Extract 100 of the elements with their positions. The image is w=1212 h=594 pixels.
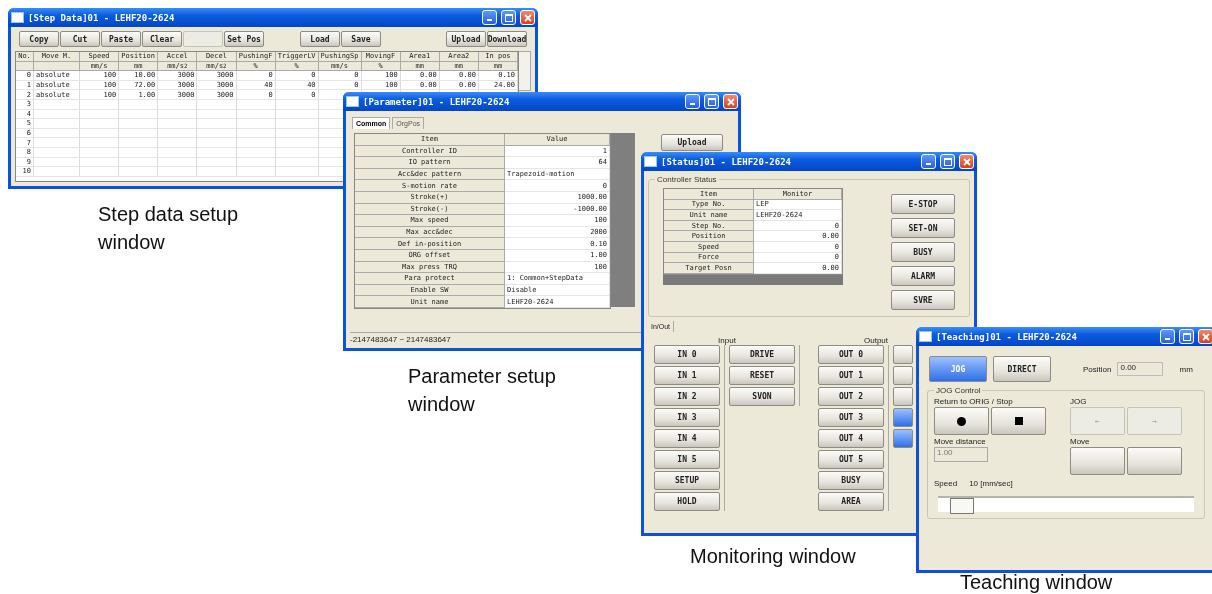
empty-cell <box>80 99 120 110</box>
scrollbar[interactable] <box>519 51 531 91</box>
close-icon <box>1201 332 1210 341</box>
toolbar-button[interactable]: Save <box>341 31 381 47</box>
toolbar-button[interactable]: Load <box>300 31 340 47</box>
move-button[interactable] <box>1127 447 1182 475</box>
maximize-button[interactable] <box>940 154 955 169</box>
empty-cell <box>158 99 198 110</box>
output-button[interactable]: AREA <box>818 492 884 511</box>
toolbar-button[interactable]: Paste <box>101 31 141 47</box>
output-button[interactable] <box>893 387 913 406</box>
group-label: JOG Control <box>935 386 982 395</box>
toolbar-button[interactable]: Upload <box>446 31 486 47</box>
input-button[interactable]: IN 5 <box>654 450 720 469</box>
minimize-button[interactable] <box>1160 329 1175 344</box>
mode-button[interactable]: DIRECT <box>993 356 1051 382</box>
input-button[interactable]: RESET <box>729 366 795 385</box>
empty-cell <box>119 157 159 168</box>
field-label: Position <box>1083 364 1112 374</box>
input-button[interactable]: IN 4 <box>654 429 720 448</box>
maximize-button[interactable] <box>704 94 719 109</box>
status-button[interactable]: ALARM <box>891 266 955 286</box>
input-button[interactable]: IN 1 <box>654 366 720 385</box>
close-button[interactable] <box>723 94 738 109</box>
status-button[interactable]: SET-ON <box>891 218 955 238</box>
input-button[interactable]: IN 0 <box>654 345 720 364</box>
output-button[interactable] <box>893 345 913 364</box>
maximize-button[interactable] <box>501 10 516 25</box>
input-button[interactable]: HOLD <box>654 492 720 511</box>
close-button[interactable] <box>1198 329 1212 344</box>
close-icon <box>523 13 532 22</box>
minimize-button[interactable] <box>921 154 936 169</box>
close-button[interactable] <box>959 154 974 169</box>
input-button[interactable]: IN 2 <box>654 387 720 406</box>
empty-cell <box>236 128 276 139</box>
return-button[interactable] <box>934 407 989 435</box>
empty-cell <box>236 99 276 110</box>
header-cell <box>16 61 34 72</box>
empty-cell <box>197 99 237 110</box>
toolbar-button[interactable]: Set Pos <box>224 31 264 47</box>
stop-button[interactable] <box>991 407 1046 435</box>
toolbar-button[interactable]: Clear <box>142 31 182 47</box>
close-icon <box>962 157 971 166</box>
unit-label: mm <box>1179 364 1193 374</box>
status-button[interactable]: SVRE <box>891 290 955 310</box>
empty-cell <box>80 157 120 168</box>
empty-cell <box>119 109 159 120</box>
window-icon <box>644 156 657 167</box>
output-button[interactable]: OUT 5 <box>818 450 884 469</box>
empty-cell <box>197 138 237 148</box>
toolbar-button[interactable]: Download <box>487 31 527 47</box>
minimize-button[interactable] <box>482 10 497 25</box>
field-label: Speed <box>934 479 958 488</box>
output-button[interactable]: OUT 3 <box>818 408 884 427</box>
input-button[interactable]: DRIVE <box>729 345 795 364</box>
output-button[interactable]: OUT 0 <box>818 345 884 364</box>
toolbar-button[interactable]: Cut <box>60 31 100 47</box>
empty-cell <box>80 119 120 129</box>
empty-cell <box>119 167 159 177</box>
status-button[interactable]: BUSY <box>891 242 955 262</box>
empty-cell <box>236 138 276 148</box>
position-field[interactable]: 0.00 <box>1117 362 1164 376</box>
window-icon <box>11 12 24 23</box>
maximize-button[interactable] <box>1179 329 1194 344</box>
empty-cell <box>236 147 276 158</box>
output-button[interactable] <box>893 408 913 427</box>
output-button[interactable]: BUSY <box>818 471 884 490</box>
minimize-button[interactable] <box>685 94 700 109</box>
empty-cell <box>34 138 80 148</box>
input-button[interactable]: IN 3 <box>654 408 720 427</box>
slider-thumb[interactable] <box>949 498 974 514</box>
output-button[interactable]: OUT 2 <box>818 387 884 406</box>
close-button[interactable] <box>520 10 535 25</box>
slider-track[interactable] <box>938 496 1194 512</box>
maximize-icon <box>504 13 513 22</box>
empty-cell <box>236 167 276 177</box>
empty-cell <box>236 109 276 120</box>
upload-button[interactable]: Upload <box>661 134 723 151</box>
output-button[interactable] <box>893 366 913 385</box>
section-label: JOG <box>1070 397 1088 406</box>
empty-cell <box>197 157 237 168</box>
output-button[interactable] <box>893 429 913 448</box>
output-button[interactable]: OUT 4 <box>818 429 884 448</box>
status-button[interactable]: E-STOP <box>891 194 955 214</box>
caption: Teaching window <box>960 570 1114 594</box>
section-label: Move <box>1070 437 1091 446</box>
empty-cell <box>119 128 159 139</box>
maximize-icon <box>1182 332 1191 341</box>
window-title: [Status]01 - LEHF20-2624 <box>661 156 793 167</box>
section-label: Output <box>864 336 888 345</box>
caption: Step data setup window <box>98 202 240 255</box>
stop-icon <box>1014 417 1023 425</box>
toolbar-button[interactable]: Copy <box>19 31 59 47</box>
empty-cell <box>119 147 159 158</box>
close-icon <box>726 97 735 106</box>
move-button[interactable] <box>1070 447 1125 475</box>
input-button[interactable]: SVON <box>729 387 795 406</box>
output-button[interactable]: OUT 1 <box>818 366 884 385</box>
input-button[interactable]: SETUP <box>654 471 720 490</box>
empty-cell <box>158 147 198 158</box>
